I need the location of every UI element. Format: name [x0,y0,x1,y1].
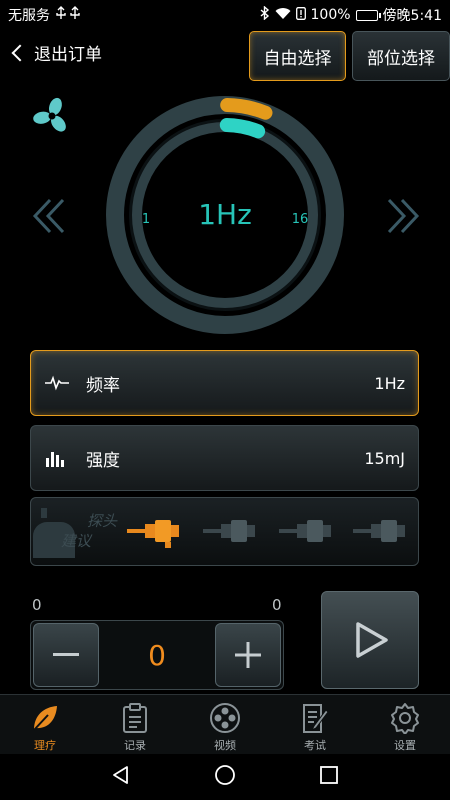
bars-icon [44,448,70,468]
start-button[interactable] [321,591,419,689]
play-icon [356,622,388,658]
probe-option-4[interactable] [353,520,405,542]
recents-square-icon[interactable] [319,765,339,789]
svg-text:探头: 探头 [87,512,118,530]
frequency-label: 频率 [86,375,120,396]
tab-settings[interactable]: 设置 [360,695,450,754]
increment-button[interactable] [215,623,281,687]
dial-max-label: 16 [292,212,309,227]
probe-option-3[interactable] [279,520,331,542]
tab-therapy[interactable]: 理疗 [0,695,90,754]
back-button[interactable]: 退出订单 [10,40,102,65]
bottom-tab-bar: 理疗 记录 视频 考试 设置 [0,694,450,754]
plus-icon [235,642,261,668]
film-reel-icon [208,701,242,735]
header: 退出订单 自由选择 部位选择 [0,30,450,82]
tab-exam-label: 考试 [304,739,326,752]
probe-option-2[interactable] [203,520,255,542]
minus-icon [53,653,79,656]
usb-icon [55,6,83,24]
clipboard-icon [118,701,152,735]
home-circle-icon[interactable] [214,764,236,790]
tab-therapy-label: 理疗 [34,739,56,752]
previous-arrow-icon[interactable] [30,196,70,236]
dial-level-arc [219,118,266,139]
dial-highlight-arc [220,98,273,120]
count-stepper: 0 [30,620,284,690]
tab-video-label: 视频 [214,739,236,752]
part-select-button[interactable]: 部位选择 [352,31,450,81]
count-value[interactable]: 0 [101,621,213,689]
status-bar: 无服务 100% 傍晚5:41 [0,0,450,30]
counter-right-value: 0 [272,596,282,614]
tab-records-label: 记录 [124,739,146,752]
dial-min-label: 1 [142,212,150,227]
leaf-icon [28,701,62,735]
tab-exam[interactable]: 考试 [270,695,360,754]
alert-icon [295,6,306,24]
waveform-icon [44,373,70,393]
system-nav-bar [0,754,450,800]
intensity-label: 强度 [86,450,120,471]
battery-icon [355,9,381,21]
dial-value: 1Hz [198,198,252,231]
clock: 傍晚5:41 [382,8,442,24]
battery-percent: 100% [310,7,351,23]
intensity-value: 15mJ [364,448,405,468]
svg-text:建议: 建议 [61,532,93,550]
wifi-icon [275,7,291,24]
bluetooth-icon [260,5,270,24]
intensity-row[interactable]: 强度 15mJ [30,425,419,491]
frequency-value: 1Hz [374,373,405,393]
back-triangle-icon[interactable] [111,765,131,789]
probe-selector: 探头 建议 [30,497,419,566]
carrier-text: 无服务 [8,8,50,24]
tab-settings-label: 设置 [394,739,416,752]
gear-icon [388,701,422,735]
free-select-button[interactable]: 自由选择 [249,31,346,81]
probe-suggestion-badge: 探头 建议 [33,508,118,558]
fan-icon[interactable] [32,96,72,136]
tab-records[interactable]: 记录 [90,695,180,754]
tab-video[interactable]: 视频 [180,695,270,754]
probe-option-1[interactable] [127,520,179,548]
counter-left-value: 0 [32,596,42,614]
pen-paper-icon [298,701,332,735]
decrement-button[interactable] [33,623,99,687]
back-label: 退出订单 [34,45,102,65]
frequency-dial[interactable]: 1Hz 1 16 [104,94,346,336]
next-arrow-icon[interactable] [382,196,422,236]
chevron-left-icon [11,44,29,61]
frequency-row[interactable]: 频率 1Hz [30,350,419,416]
